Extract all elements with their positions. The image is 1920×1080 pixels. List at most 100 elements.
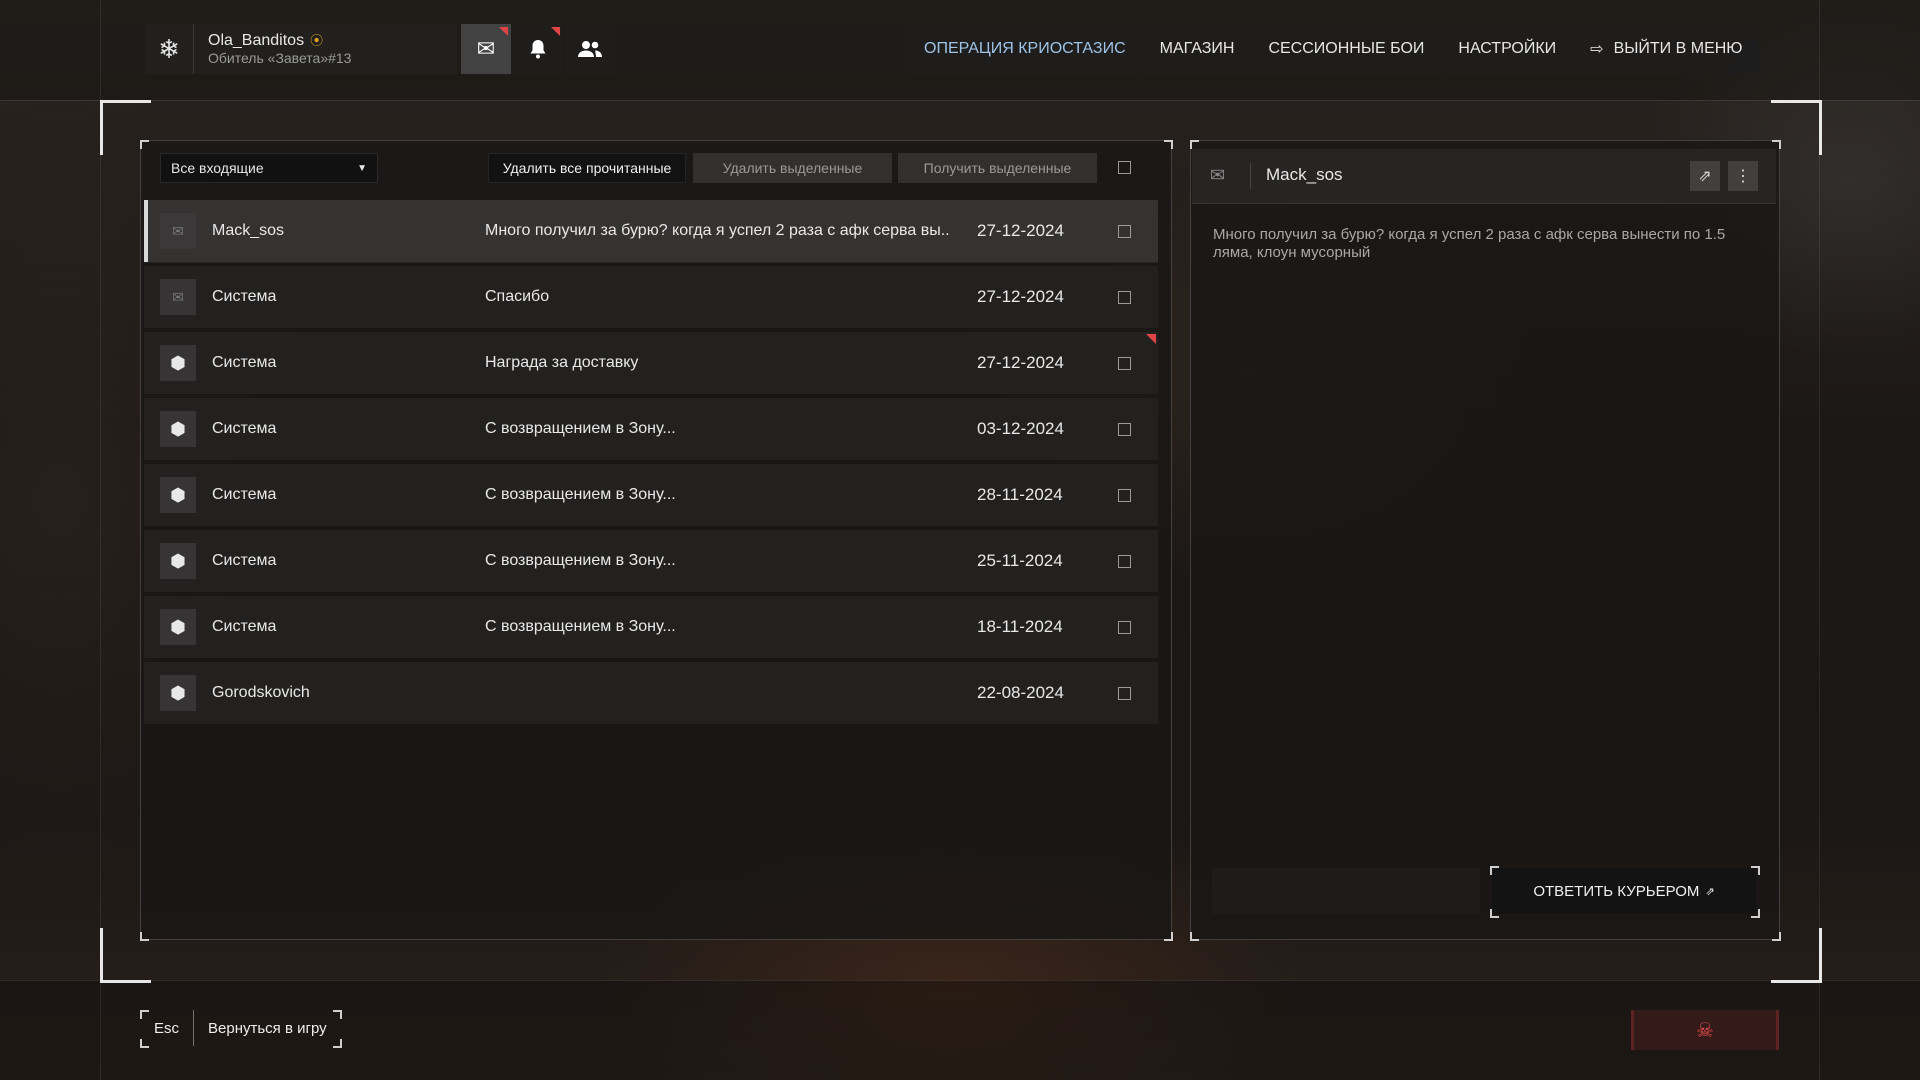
snowflake-emblem-icon: ❄ — [145, 24, 194, 74]
friends-button[interactable] — [565, 24, 615, 74]
mail-sender: Система — [212, 552, 277, 569]
mail-row-checkbox[interactable] — [1118, 356, 1131, 370]
delete-selected-button[interactable]: Удалить выделенные — [693, 153, 892, 183]
mail-date: 27-12-2024 — [977, 221, 1064, 240]
back-to-game-label: Вернуться в игру — [208, 1019, 327, 1037]
mail-row[interactable]: ⬢ Система С возвращением в Зону... 28-11-20… — [144, 464, 1158, 527]
mail-row[interactable]: ✉ Mack_sos Много получил за бурю? когда я … — [144, 200, 1158, 263]
reply-field[interactable] — [1212, 868, 1480, 914]
mail-sender: Система — [212, 354, 277, 371]
mail-sender: Система — [212, 288, 277, 305]
button-tick — [140, 1010, 149, 1019]
package-icon: ⬢ — [160, 543, 196, 579]
external-link-icon: ⇗ — [1698, 168, 1712, 185]
skull-icon: ☠ — [1696, 1019, 1714, 1042]
mail-subject: С возвращением в Зону... — [485, 486, 676, 503]
mail-sender: Система — [212, 420, 277, 437]
panel-tick — [140, 932, 149, 941]
package-icon: ⬢ — [160, 345, 196, 381]
mail-row-checkbox[interactable] — [1118, 488, 1131, 502]
frame-line-left — [100, 0, 101, 1080]
reply-courier-label: ОТВЕТИТЬ КУРЬЕРОМ — [1533, 882, 1700, 900]
envelope-icon: ✉ — [160, 279, 196, 315]
mail-sender: Mack_sos — [212, 222, 285, 239]
mail-date: 28-11-2024 — [977, 485, 1063, 504]
mail-subject: С возвращением в Зону... — [485, 420, 676, 437]
profile-nickname: Ola_Banditos — [208, 32, 305, 49]
envelope-icon: ✉ — [1210, 165, 1226, 185]
panel-tick — [1190, 932, 1199, 941]
reader-header: ✉ Mack_sos ⇗ ⋮ — [1192, 149, 1776, 204]
package-icon: ⬢ — [160, 477, 196, 513]
more-options-button[interactable]: ⋮ — [1728, 161, 1758, 191]
nav-session-battles[interactable]: СЕССИОННЫЕ БОИ — [1252, 24, 1441, 74]
mail-date: 27-12-2024 — [977, 287, 1064, 306]
mail-row[interactable]: ⬢ Система С возвращением в Зону... 25-11-20… — [144, 530, 1158, 593]
mail-subject: Награда за доставку — [485, 354, 639, 371]
mail-date: 22-08-2024 — [977, 683, 1064, 702]
frame-line-right — [1819, 0, 1820, 1080]
nav-shop[interactable]: МАГАЗИН — [1143, 24, 1251, 74]
mail-date: 18-11-2024 — [977, 617, 1063, 636]
profile-card[interactable]: ❄ Ola_Banditos ⦿ Обитель «Завета»#13 — [145, 24, 457, 74]
mail-button[interactable]: ✉ — [461, 24, 511, 74]
mail-row[interactable]: ⬢ Система С возвращением в Зону... 18-11-20… — [144, 596, 1158, 659]
mail-row[interactable]: ⬢ Система С возвращением в Зону... 03-12-20… — [144, 398, 1158, 461]
open-external-button[interactable]: ⇗ — [1690, 161, 1720, 191]
mail-sender: Система — [212, 486, 277, 503]
mail-subject: Много получил за бурю? когда я успел 2 р… — [485, 222, 950, 239]
caret-down-icon: ▼ — [357, 162, 367, 174]
envelope-icon: ✉ — [160, 213, 196, 249]
users-icon — [578, 41, 602, 57]
mail-row-checkbox[interactable] — [1118, 422, 1131, 436]
exit-icon: ⇨ — [1590, 41, 1604, 58]
nav-operation[interactable]: ОПЕРАЦИЯ КРИОСТАЗИС — [908, 24, 1142, 74]
package-icon: ⬢ — [160, 411, 196, 447]
package-icon: ⬢ — [160, 675, 196, 711]
nav-exit-to-menu[interactable]: ⇨ ВЫЙТИ В МЕНЮ — [1574, 24, 1759, 74]
header-separator — [1250, 163, 1251, 189]
mail-row[interactable]: ⬢ Gorodskovich 22-08-2024 — [144, 662, 1158, 725]
select-all-checkbox[interactable] — [1118, 161, 1131, 174]
nav-exit-label: ВЫЙТИ В МЕНЮ — [1613, 40, 1743, 57]
mail-row-checkbox[interactable] — [1118, 686, 1131, 700]
unread-indicator — [499, 27, 508, 36]
mail-subject: С возвращением в Зону... — [485, 552, 676, 569]
delete-read-button[interactable]: Удалить все прочитанные — [488, 153, 686, 183]
danger-button[interactable]: ☠ — [1631, 1010, 1779, 1050]
mail-filter-value: Все входящие — [171, 160, 264, 176]
envelope-icon: ✉ — [476, 36, 496, 61]
reply-courier-button[interactable]: ОТВЕТИТЬ КУРЬЕРОМ ⇗ — [1492, 868, 1756, 914]
panel-tick — [1772, 140, 1781, 149]
mail-sender: Gorodskovich — [212, 684, 310, 701]
button-tick — [1751, 909, 1760, 918]
reader-sender: Mack_sos — [1266, 165, 1343, 184]
mail-date: 25-11-2024 — [977, 551, 1063, 570]
package-icon: ⬢ — [160, 609, 196, 645]
mail-row[interactable]: ✉ Система Спасибо 27-12-2024 — [144, 266, 1158, 329]
mail-row-checkbox[interactable] — [1118, 554, 1131, 568]
mail-row-checkbox[interactable] — [1118, 224, 1131, 238]
button-tick — [1751, 866, 1760, 875]
mail-filter-select[interactable]: Все входящие ▼ — [160, 153, 378, 183]
panel-tick — [1772, 932, 1781, 941]
mail-sender: Система — [212, 618, 277, 635]
receive-selected-button[interactable]: Получить выделенные — [898, 153, 1097, 183]
rank-badge-icon: ⦿ — [310, 33, 324, 48]
panel-tick — [1190, 140, 1199, 149]
reader-body: Много получил за бурю? когда я успел 2 р… — [1213, 226, 1726, 261]
button-tick — [333, 1039, 342, 1048]
notifications-button[interactable] — [513, 24, 563, 74]
kebab-menu-icon: ⋮ — [1735, 168, 1751, 185]
mail-row-checkbox[interactable] — [1118, 620, 1131, 634]
nav-settings[interactable]: НАСТРОЙКИ — [1442, 24, 1573, 74]
back-to-game-button[interactable]: Esc Вернуться в игру — [140, 1010, 341, 1046]
mail-date: 03-12-2024 — [977, 419, 1064, 438]
bell-icon — [530, 40, 546, 59]
profile-clan: Обитель «Завета»#13 — [208, 50, 352, 67]
frame-line-bottom — [0, 980, 1920, 981]
mail-row[interactable]: ⬢ Система Награда за доставку 27-12-2024 — [144, 332, 1158, 395]
mail-subject: С возвращением в Зону... — [485, 618, 676, 635]
mail-row-checkbox[interactable] — [1118, 290, 1131, 304]
button-tick — [1490, 909, 1499, 918]
